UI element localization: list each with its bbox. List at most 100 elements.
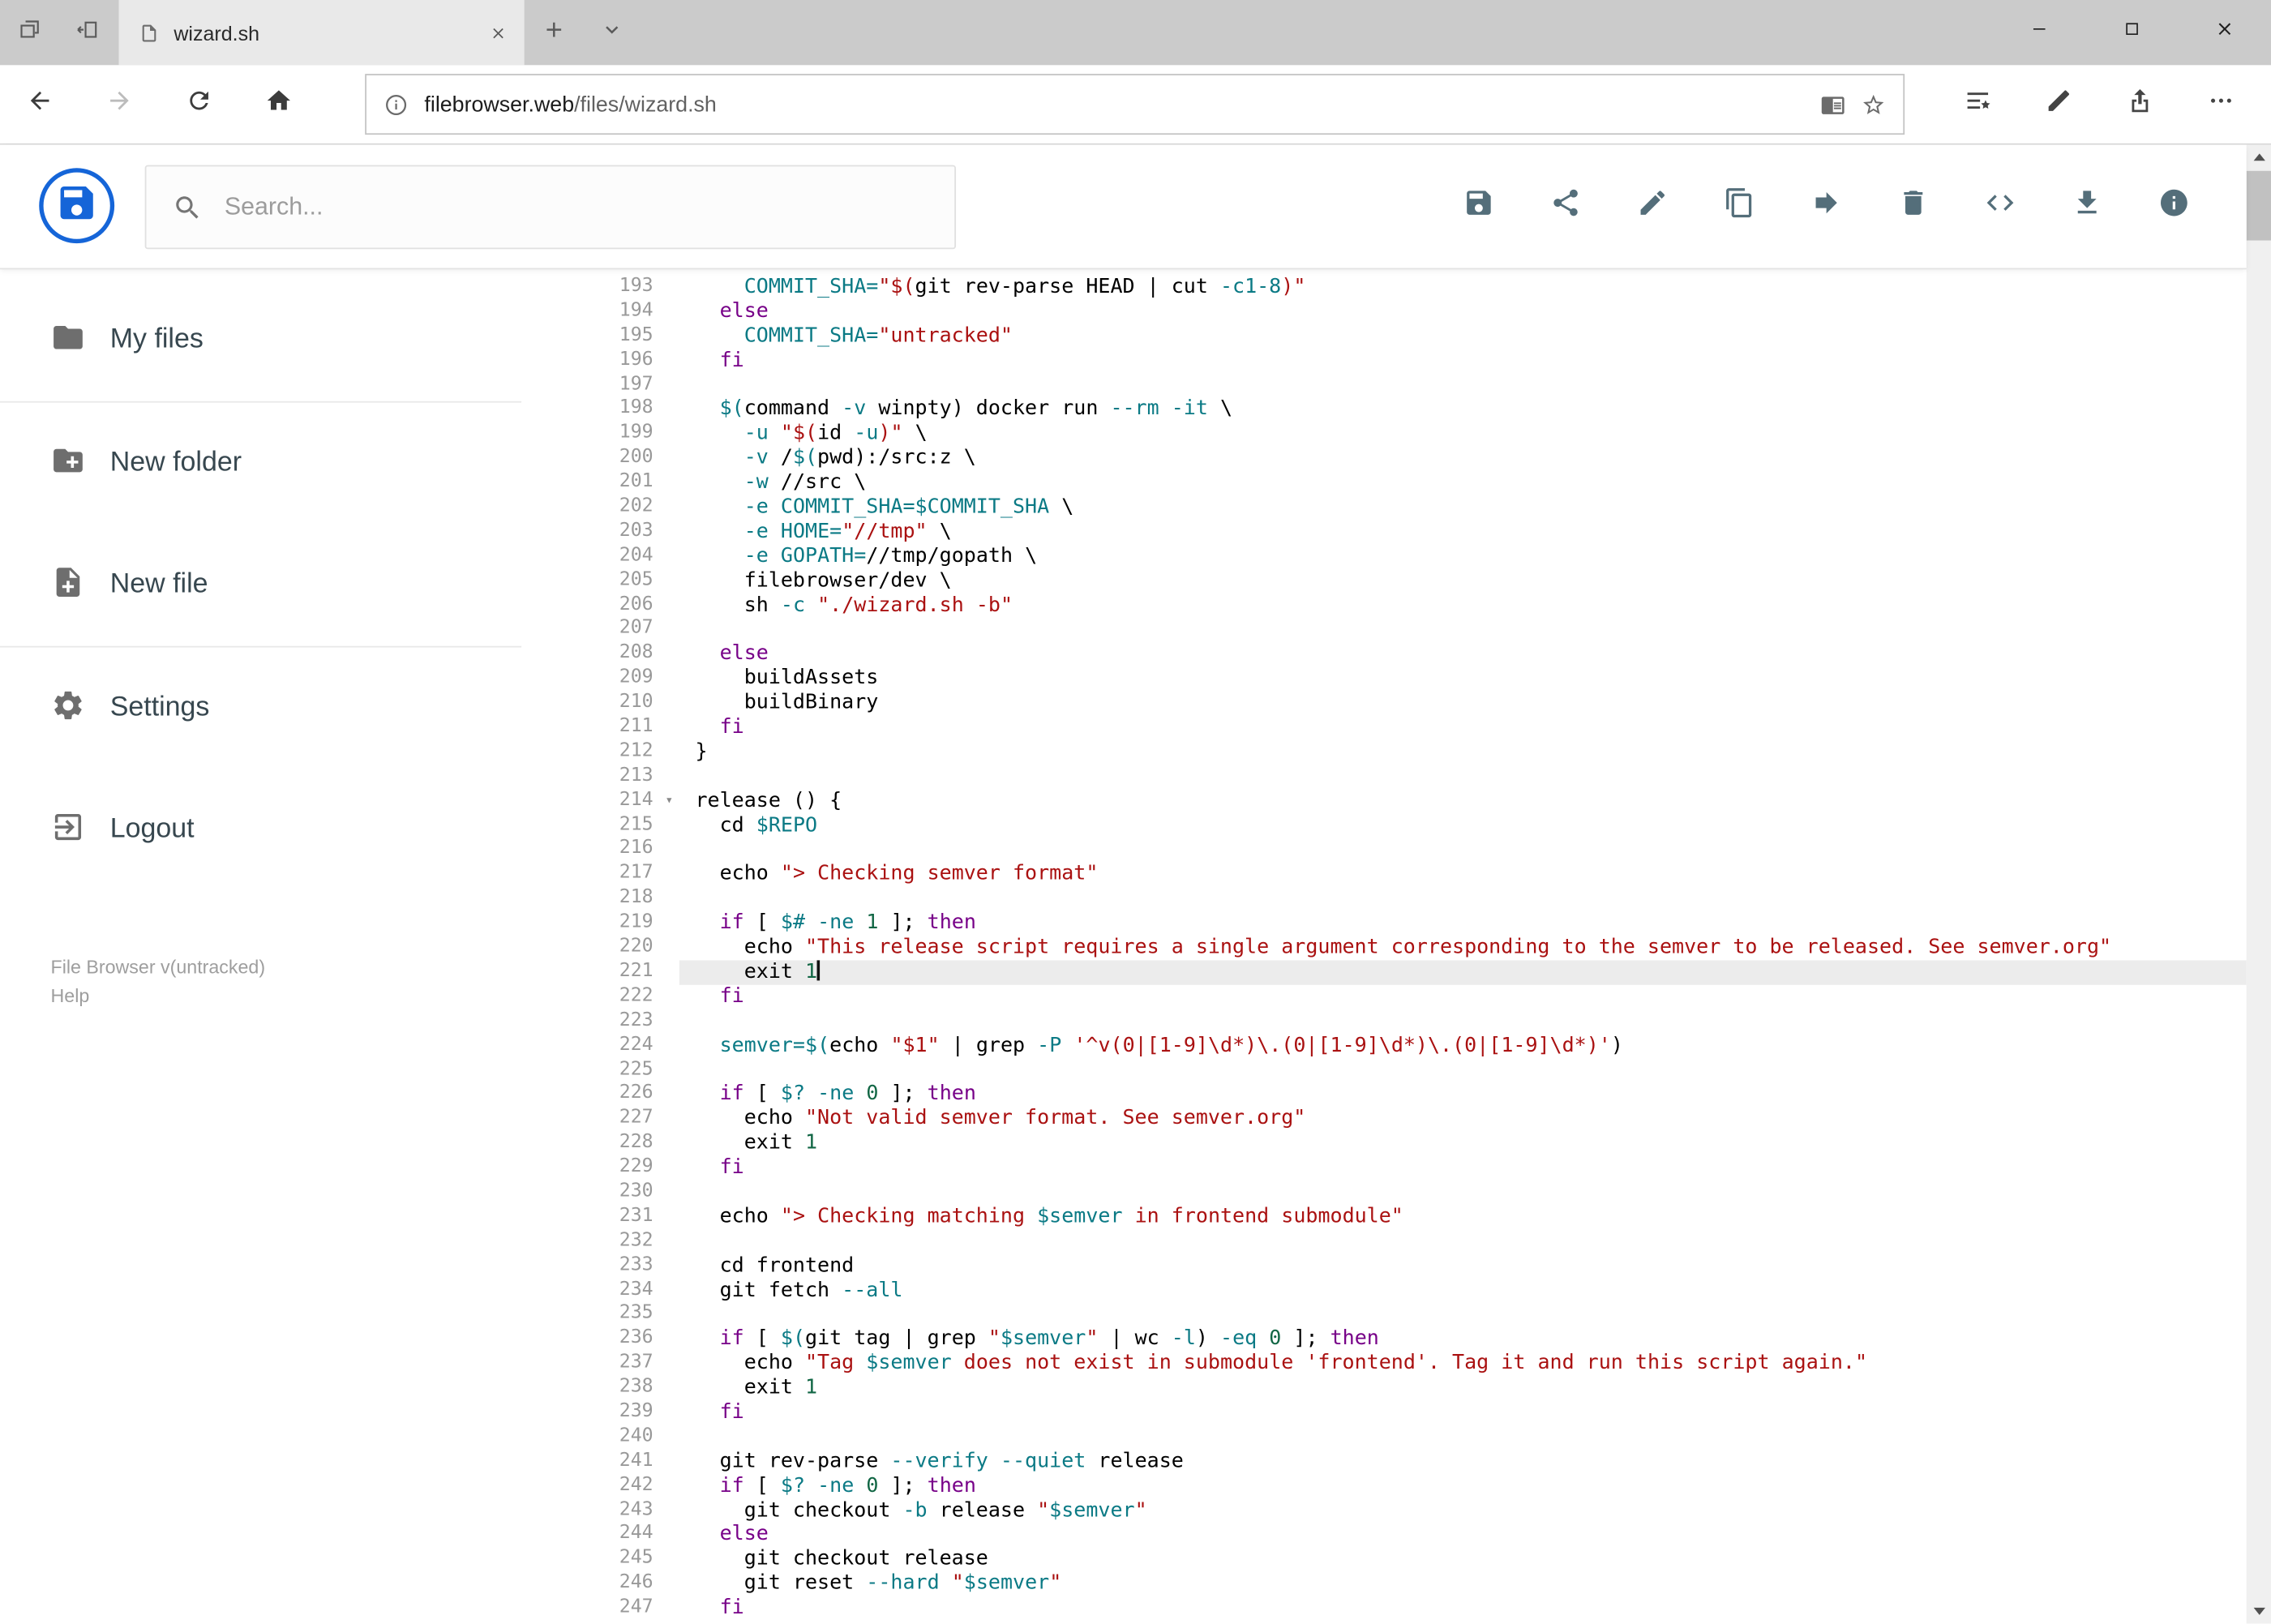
code-line[interactable]: 199 -u "$(id -u)" \ [521, 422, 2247, 446]
search-input[interactable] [224, 192, 929, 222]
code-line[interactable]: 202 -e COMMIT_SHA=$COMMIT_SHA \ [521, 495, 2247, 520]
sidebar-item-my-files[interactable]: My files [0, 280, 521, 401]
code-editor[interactable]: 193 COMMIT_SHA="$(git rev-parse HEAD | c… [521, 268, 2247, 1623]
forward-button[interactable] [79, 65, 159, 143]
code-line[interactable]: 204 -e GOPATH=//tmp/gopath \ [521, 544, 2247, 568]
code-line[interactable]: 206 sh -c "./wizard.sh -b" [521, 593, 2247, 618]
code-line[interactable]: 235 [521, 1303, 2247, 1327]
reading-view-icon[interactable] [1821, 92, 1845, 116]
page-info-icon[interactable] [383, 92, 408, 116]
code-line[interactable]: 225 [521, 1058, 2247, 1082]
address-bar[interactable]: filebrowser.web/files/wizard.sh [365, 74, 1905, 135]
code-line[interactable]: 246 git reset --hard "$semver" [521, 1572, 2247, 1596]
code-line[interactable]: 247 fi [521, 1596, 2247, 1621]
code-line[interactable]: 228 exit 1 [521, 1131, 2247, 1155]
scroll-down-arrow[interactable] [2247, 1599, 2271, 1623]
code-line[interactable]: 219 if [ $# -ne 1 ]; then [521, 911, 2247, 936]
code-line[interactable]: 201 -w //src \ [521, 471, 2247, 495]
tabs-preview-button[interactable] [0, 0, 58, 65]
delete-button[interactable] [1870, 162, 1956, 249]
code-line[interactable]: 245 git checkout release [521, 1547, 2247, 1571]
code-line[interactable]: 242 if [ $? -ne 0 ]; then [521, 1474, 2247, 1498]
code-line[interactable]: 194 else [521, 300, 2247, 324]
scrollbar-thumb[interactable] [2246, 170, 2271, 241]
code-line[interactable]: 213 [521, 765, 2247, 789]
code-line[interactable]: 203 -e HOME="//tmp" \ [521, 520, 2247, 544]
scroll-up-arrow[interactable] [2247, 145, 2271, 169]
move-button[interactable] [1783, 162, 1870, 249]
copy-button[interactable] [1696, 162, 1783, 249]
close-window-button[interactable] [2179, 0, 2271, 65]
sidebar-item-new-folder[interactable]: New folder [0, 403, 521, 525]
web-note-button[interactable] [2017, 65, 2098, 143]
code-line[interactable]: 239 fi [521, 1400, 2247, 1425]
favorite-star-icon[interactable] [1862, 92, 1886, 116]
save-button[interactable] [1435, 162, 1522, 249]
code-line[interactable]: 211 fi [521, 716, 2247, 740]
download-button[interactable] [2044, 162, 2131, 249]
code-line[interactable]: 229 fi [521, 1156, 2247, 1181]
share-button[interactable] [1523, 162, 1609, 249]
sidebar-item-settings[interactable]: Settings [0, 648, 521, 769]
search-box[interactable] [144, 165, 957, 250]
sidebar-item-new-file[interactable]: New file [0, 525, 521, 646]
code-line[interactable]: 232 [521, 1229, 2247, 1253]
code-line[interactable]: 209 buildAssets [521, 666, 2247, 691]
code-line[interactable]: 217 echo "> Checking semver format" [521, 863, 2247, 887]
code-line[interactable]: 200 -v /$(pwd):/src:z \ [521, 447, 2247, 471]
code-line[interactable]: 220 echo "This release script requires a… [521, 936, 2247, 960]
home-button[interactable] [239, 65, 319, 143]
code-line[interactable]: 198 $(command -v winpty) docker run --rm… [521, 397, 2247, 422]
code-line[interactable]: 210 buildBinary [521, 691, 2247, 715]
code-line[interactable]: 238 exit 1 [521, 1376, 2247, 1400]
code-line[interactable]: 214 ▾ release () { [521, 789, 2247, 813]
code-line[interactable]: 218 [521, 887, 2247, 911]
code-line[interactable]: 236 if [ $(git tag | grep "$semver" | wc… [521, 1327, 2247, 1352]
code-line[interactable]: 223 [521, 1009, 2247, 1034]
code-line[interactable]: 227 echo "Not valid semver format. See s… [521, 1107, 2247, 1131]
code-line[interactable]: 216 [521, 838, 2247, 862]
share-page-button[interactable] [2098, 65, 2179, 143]
sidebar-item-logout[interactable]: Logout [0, 769, 521, 891]
back-button[interactable] [0, 65, 79, 143]
maximize-button[interactable] [2085, 0, 2178, 65]
tab-actions-button[interactable] [582, 0, 640, 65]
code-line[interactable]: 215 cd $REPO [521, 813, 2247, 838]
help-link[interactable]: Help [51, 982, 266, 1011]
app-logo[interactable] [39, 168, 115, 244]
code-line[interactable]: 231 echo "> Checking matching $semver in… [521, 1205, 2247, 1229]
code-line[interactable]: 224 semver=$(echo "$1" | grep -P '^v(0|[… [521, 1034, 2247, 1058]
code-line[interactable]: 197 [521, 373, 2247, 397]
code-line[interactable]: 244 else [521, 1523, 2247, 1547]
code-line[interactable]: 230 [521, 1181, 2247, 1205]
info-button[interactable] [2131, 162, 2217, 249]
minimize-button[interactable] [1993, 0, 2085, 65]
switch-view-button[interactable] [1956, 162, 2043, 249]
code-line[interactable]: 241 git rev-parse --verify --quiet relea… [521, 1450, 2247, 1474]
code-line[interactable]: 233 cd frontend [521, 1253, 2247, 1278]
code-line[interactable]: 243 git checkout -b release "$semver" [521, 1498, 2247, 1523]
more-button[interactable] [2180, 65, 2261, 143]
code-line[interactable]: 234 git fetch --all [521, 1279, 2247, 1303]
code-line[interactable]: 208 else [521, 642, 2247, 666]
code-line[interactable]: 237 echo "Tag $semver does not exist in … [521, 1352, 2247, 1376]
code-line[interactable]: 196 fi [521, 349, 2247, 373]
code-line[interactable]: 240 [521, 1425, 2247, 1450]
fold-marker-icon[interactable]: ▾ [659, 789, 679, 813]
hub-button[interactable] [1936, 65, 2017, 143]
code-line[interactable]: 207 [521, 618, 2247, 642]
refresh-button[interactable] [160, 65, 239, 143]
browser-tab[interactable]: wizard.sh [118, 0, 525, 66]
code-line[interactable]: 195 COMMIT_SHA="untracked" [521, 324, 2247, 349]
code-line[interactable]: 222 fi [521, 984, 2247, 1009]
code-line[interactable]: 193 COMMIT_SHA="$(git rev-parse HEAD | c… [521, 275, 2247, 299]
set-tabs-aside-button[interactable] [58, 0, 115, 65]
code-line[interactable]: 205 filebrowser/dev \ [521, 568, 2247, 593]
page-scrollbar[interactable] [2246, 144, 2271, 1624]
close-tab-icon[interactable] [490, 24, 507, 41]
rename-button[interactable] [1609, 162, 1696, 249]
code-line[interactable]: 221 exit 1 [521, 960, 2247, 985]
code-line[interactable]: 212} [521, 740, 2247, 765]
new-tab-button[interactable] [525, 0, 582, 65]
code-line[interactable]: 226 if [ $? -ne 0 ]; then [521, 1082, 2247, 1107]
